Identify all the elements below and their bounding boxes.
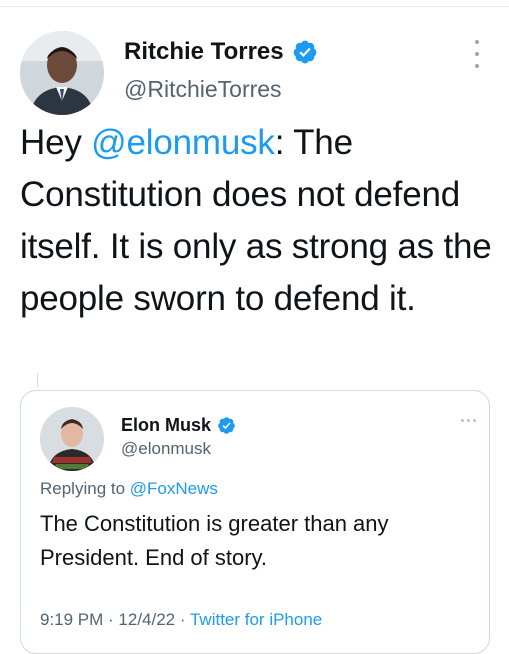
meta-separator: · [103,610,119,629]
thread-connector [37,373,38,387]
verified-badge-icon [293,40,316,64]
replying-to-link[interactable]: @FoxNews [130,479,218,498]
quoted-avatar[interactable] [40,407,104,471]
author-handle[interactable]: @RitchieTorres [124,76,282,103]
author-name[interactable]: Ritchie Torres [124,38,318,66]
quoted-avatar-photo [40,407,104,471]
replying-prefix: Replying to [40,479,130,498]
tweet-text-prefix: Hey [20,123,92,162]
tweet-metadata: 9:19 PM · 12/4/22 · Twitter for iPhone [40,610,322,630]
mention-link[interactable]: @elonmusk [91,123,275,162]
verified-badge-icon [218,417,235,434]
tweet-source-link[interactable]: Twitter for iPhone [190,610,322,629]
quoted-author-handle[interactable]: @elonmusk [121,439,211,459]
avatar[interactable] [20,31,104,115]
quoted-author-name-text[interactable]: Elon Musk [121,415,211,436]
tweet-time[interactable]: 9:19 PM [40,610,103,629]
meta-separator: · [175,610,190,629]
tweet-date[interactable]: 12/4/22 [118,610,175,629]
quoted-tweet-text: The Constitution is greater than any Pre… [40,511,389,570]
quoted-tweet-card[interactable]: Elon Musk @elonmusk Replying to @FoxNews… [20,390,490,654]
quoted-author-name[interactable]: Elon Musk [121,415,236,436]
replying-to: Replying to @FoxNews [40,479,218,499]
more-vertical-icon[interactable] [468,40,486,68]
more-horizontal-icon[interactable] [461,419,476,422]
avatar-photo [20,31,104,115]
author-name-text[interactable]: Ritchie Torres [124,38,284,66]
tweet-text: Hey @elonmusk: The Constitution does not… [20,117,500,325]
top-divider [0,6,509,7]
